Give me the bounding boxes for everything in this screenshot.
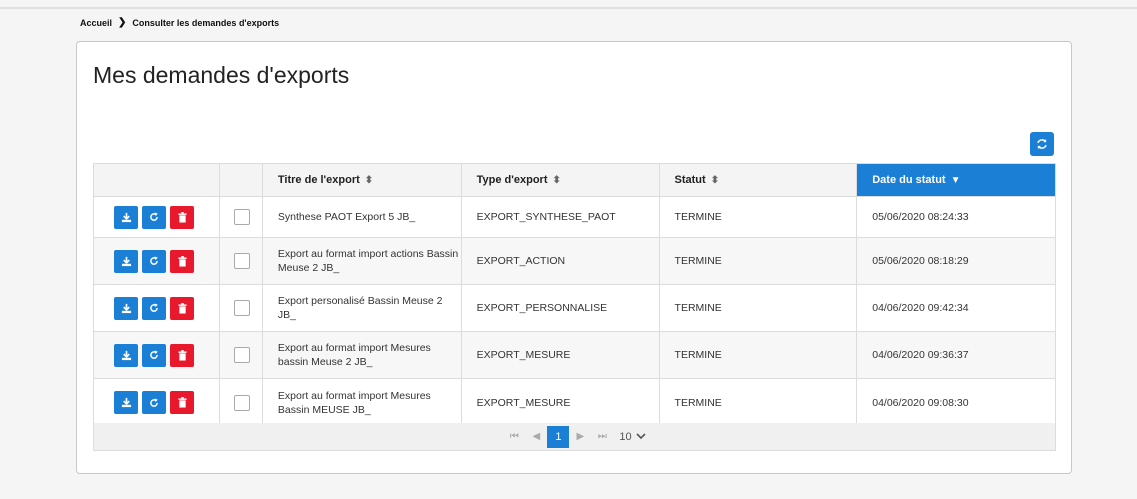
refresh-list-button[interactable] — [1030, 132, 1054, 156]
breadcrumb-current: Consulter les demandes d'exports — [132, 17, 280, 28]
table-row: Export personalisé Bassin Meuse 2 JB_ EX… — [93, 284, 1056, 332]
trash-icon — [177, 397, 187, 408]
sort-desc-icon: ▼ — [950, 175, 961, 186]
row-actions — [93, 237, 220, 285]
delete-button[interactable] — [170, 391, 194, 414]
top-bar — [0, 0, 1137, 9]
download-button[interactable] — [114, 296, 138, 320]
export-status: TERMINE — [658, 331, 858, 379]
row-select-cell — [218, 237, 263, 285]
table-row: Synthese PAOT Export 5 JB_ EXPORT_SYNTHE… — [93, 196, 1056, 238]
row-actions — [93, 378, 220, 427]
refresh-icon — [150, 303, 158, 312]
export-status: TERMINE — [658, 378, 858, 427]
status-date: 04/06/2020 09:36:37 — [856, 331, 1056, 379]
trash-icon — [177, 349, 187, 361]
refresh-icon — [150, 212, 158, 221]
export-status: TERMINE — [658, 196, 858, 238]
download-button[interactable] — [114, 391, 138, 414]
export-status: TERMINE — [658, 237, 858, 285]
row-actions — [93, 331, 220, 379]
page-size-select[interactable]: 10 — [619, 430, 646, 443]
export-type: EXPORT_MESURE — [460, 378, 660, 427]
first-page-button[interactable]: ⏮ — [503, 426, 525, 448]
download-icon — [121, 350, 131, 360]
rerun-button[interactable] — [142, 391, 166, 414]
row-select-cell — [218, 284, 263, 332]
refresh-icon — [1037, 139, 1047, 149]
download-icon — [121, 303, 131, 313]
download-button[interactable] — [114, 205, 138, 229]
download-icon — [121, 212, 131, 222]
status-date: 05/06/2020 08:24:33 — [856, 196, 1056, 238]
trash-icon — [177, 211, 187, 223]
date-column-header[interactable]: Date du statut ▼ — [856, 163, 1056, 197]
sort-icon: ⬍ — [364, 175, 374, 186]
export-title: Export au format import Mesures bassin M… — [261, 331, 462, 379]
download-button[interactable] — [114, 249, 138, 273]
page-title: Mes demandes d'exports — [93, 62, 350, 88]
table-row: Export au format import Mesures bassin M… — [93, 331, 1056, 379]
pagination: ⏮ ◀ 1 ▶ ⏭ 10 — [93, 423, 1056, 451]
page-size-value: 10 — [619, 430, 632, 443]
rerun-button[interactable] — [142, 205, 166, 229]
row-checkbox[interactable] — [233, 209, 250, 225]
breadcrumb: Accueil ❯ Consulter les demandes d'expor… — [80, 17, 279, 28]
chevron-down-icon — [636, 433, 646, 440]
breadcrumb-home[interactable]: Accueil — [80, 18, 112, 28]
rerun-button[interactable] — [142, 343, 166, 367]
export-title: Export au format import actions Bassin M… — [261, 237, 462, 285]
status-date: 05/06/2020 08:18:29 — [856, 237, 1056, 285]
prev-page-button[interactable]: ◀ — [525, 426, 547, 448]
download-icon — [121, 256, 131, 266]
title-column-header[interactable]: Titre de l'export ⬍ — [261, 163, 462, 197]
download-icon — [121, 397, 131, 408]
row-select-cell — [218, 331, 263, 379]
row-select-cell — [218, 196, 263, 238]
status-date: 04/06/2020 09:42:34 — [856, 284, 1056, 332]
row-checkbox[interactable] — [233, 347, 250, 363]
status-date: 04/06/2020 09:08:30 — [856, 378, 1056, 427]
type-column-header[interactable]: Type d'export ⬍ — [460, 163, 660, 197]
export-title: Synthese PAOT Export 5 JB_ — [261, 196, 462, 238]
delete-button[interactable] — [170, 205, 194, 229]
sort-icon: ⬍ — [710, 175, 720, 186]
delete-button[interactable] — [170, 296, 194, 320]
trash-icon — [177, 255, 187, 267]
exports-table: Titre de l'export ⬍ Type d'export ⬍ Statut… — [93, 163, 1056, 427]
exports-card: Mes demandes d'exports Titre de l'export… — [76, 41, 1072, 474]
row-checkbox[interactable] — [233, 253, 250, 269]
row-select-cell — [218, 378, 263, 427]
status-column-header[interactable]: Statut ⬍ — [658, 163, 858, 197]
row-actions — [93, 196, 220, 238]
refresh-icon — [150, 256, 158, 265]
rerun-button[interactable] — [142, 249, 166, 273]
table-row: Export au format import Mesures Bassin M… — [93, 378, 1056, 427]
rerun-button[interactable] — [142, 296, 166, 320]
export-type: EXPORT_MESURE — [460, 331, 660, 379]
row-actions — [93, 284, 220, 332]
actions-header — [93, 163, 220, 197]
table-row: Export au format import actions Bassin M… — [93, 237, 1056, 285]
row-checkbox[interactable] — [233, 394, 250, 411]
export-title: Export au format import Mesures Bassin M… — [261, 378, 462, 427]
sort-icon: ⬍ — [552, 175, 561, 186]
export-title: Export personalisé Bassin Meuse 2 JB_ — [261, 284, 462, 332]
download-button[interactable] — [114, 343, 138, 367]
select-header — [218, 163, 263, 197]
next-page-button[interactable]: ▶ — [569, 426, 591, 448]
page-number-button[interactable]: 1 — [547, 425, 570, 448]
row-checkbox[interactable] — [233, 300, 250, 316]
export-type: EXPORT_SYNTHESE_PAOT — [460, 196, 660, 238]
chevron-right-icon: ❯ — [118, 17, 127, 28]
refresh-icon — [150, 350, 158, 359]
trash-icon — [177, 302, 187, 314]
export-type: EXPORT_ACTION — [460, 237, 660, 285]
last-page-button[interactable]: ⏭ — [591, 426, 613, 448]
delete-button[interactable] — [170, 343, 194, 367]
delete-button[interactable] — [170, 249, 194, 273]
export-status: TERMINE — [658, 284, 858, 332]
refresh-icon — [150, 398, 158, 407]
export-type: EXPORT_PERSONNALISE — [460, 284, 660, 332]
